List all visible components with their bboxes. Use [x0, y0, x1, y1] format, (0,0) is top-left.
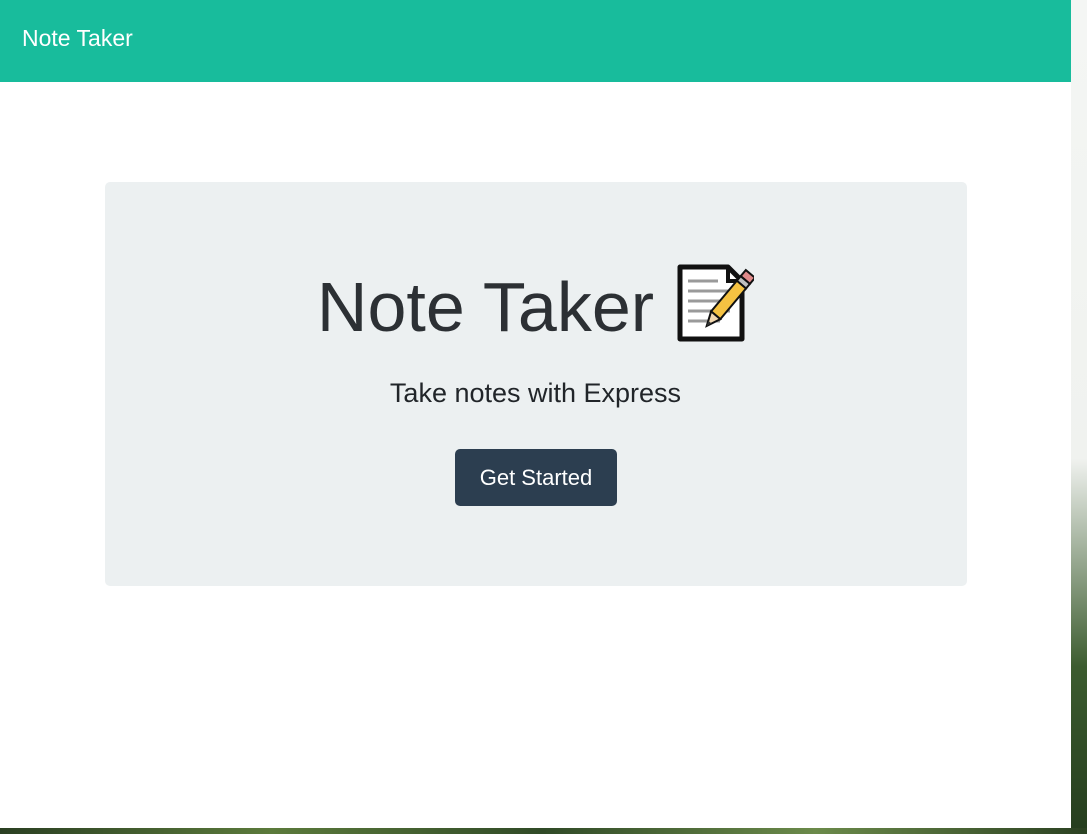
browser-page: Note Taker Note Taker Take notes with Ex…	[0, 0, 1071, 828]
desktop-background	[1071, 0, 1087, 834]
desktop-background-bottom	[0, 828, 1087, 834]
hero-subtitle: Take notes with Express	[389, 378, 682, 408]
navbar-brand-link[interactable]: Note Taker	[22, 22, 133, 54]
get-started-button[interactable]: Get Started	[455, 449, 617, 506]
hero-title: Note Taker	[0, 262, 1071, 364]
hero-title-text: Note Taker	[316, 268, 655, 346]
navbar: Note Taker	[0, 0, 1071, 82]
memo-icon	[674, 263, 757, 364]
